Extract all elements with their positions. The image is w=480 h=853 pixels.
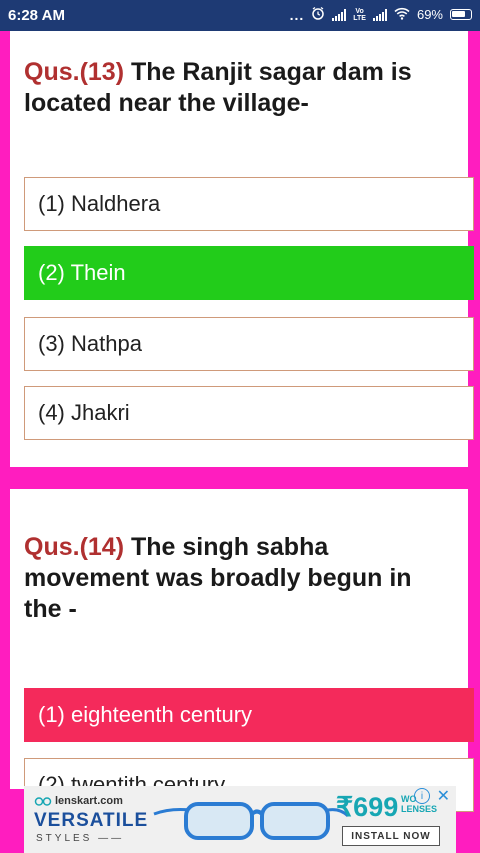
question-number: Qus.(13) [24, 58, 125, 86]
adchoices-icon[interactable]: i [414, 788, 430, 804]
option-button[interactable]: (4) Jhakri [24, 386, 474, 440]
ad-brand-name: lenskart.com [55, 795, 123, 807]
option-label: (3) Nathpa [38, 331, 142, 356]
option-label: (4) Jhakri [38, 400, 130, 425]
battery-percent: 69% [416, 7, 443, 22]
install-now-button[interactable]: INSTALL NOW [342, 826, 440, 846]
ad-price: ₹699 [336, 792, 399, 822]
battery-icon [450, 9, 472, 20]
signal-icon-1 [332, 8, 347, 21]
wifi-icon [394, 7, 410, 23]
option-label: (1) eighteenth century [38, 702, 253, 727]
volte-icon: Vo LTE [353, 7, 366, 22]
status-bar: 6:28 AM ... Vo LTE 69% [0, 0, 480, 31]
option-button[interactable]: (3) Nathpa [24, 317, 474, 371]
status-time: 6:28 AM [8, 7, 65, 24]
question-title: Qus.(14) The singh sabha movement was br… [24, 532, 454, 625]
option-button-wrong[interactable]: (1) eighteenth century [24, 688, 474, 742]
option-button[interactable]: (1) Naldhera [24, 177, 474, 231]
question-number: Qus.(14) [24, 533, 125, 561]
signal-icon-2 [372, 8, 387, 21]
question-card: Qus.(13) The Ranjit sagar dam is located… [10, 31, 474, 467]
lenskart-logo-icon [34, 796, 52, 806]
option-button-correct[interactable]: (2) Thein [24, 246, 474, 300]
ad-subline: STYLES —— [36, 833, 125, 844]
close-icon[interactable]: ✕ [437, 786, 450, 806]
ad-banner[interactable]: lenskart.com VERSATILE STYLES —— ₹699 WO… [24, 786, 456, 853]
status-icons: ... Vo LTE 69% [290, 6, 472, 23]
more-notifications-icon: ... [289, 6, 305, 23]
option-label: (1) Naldhera [38, 191, 161, 216]
ad-brand: lenskart.com [34, 795, 123, 807]
eyeglasses-image [153, 802, 350, 840]
alarm-icon [311, 6, 325, 23]
question-card: Qus.(14) The singh sabha movement was br… [10, 489, 474, 812]
ad-headline: VERSATILE [34, 810, 149, 831]
option-label: (2) Thein [38, 260, 126, 285]
question-title: Qus.(13) The Ranjit sagar dam is located… [24, 57, 454, 119]
